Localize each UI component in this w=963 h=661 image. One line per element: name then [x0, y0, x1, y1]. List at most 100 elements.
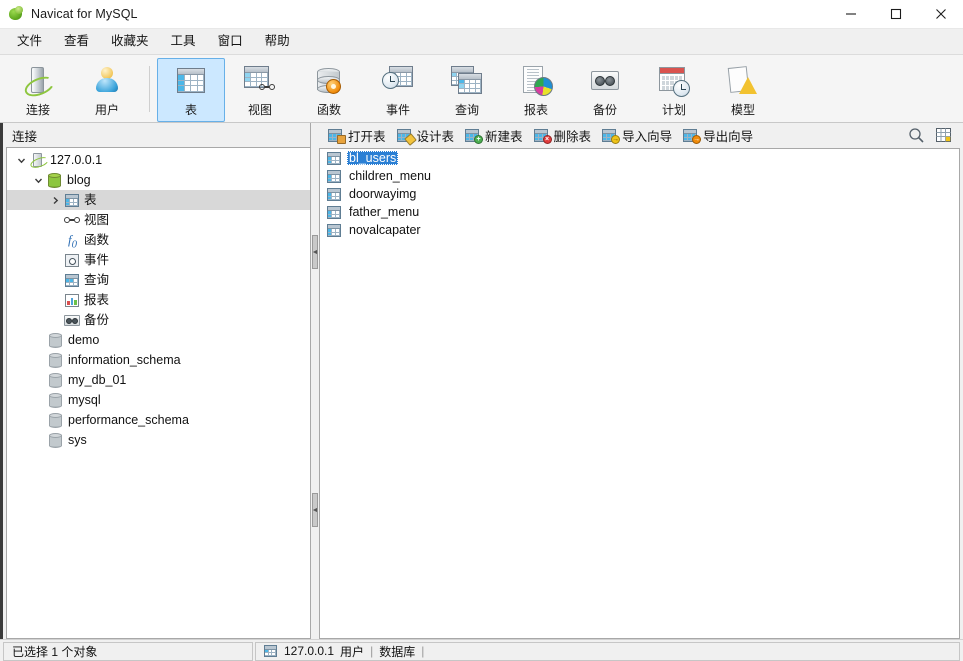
- user-icon: [90, 64, 124, 98]
- chevron-right-icon[interactable]: [47, 190, 63, 210]
- design-table-icon: [396, 128, 417, 146]
- open-table-button[interactable]: 打开表: [324, 123, 393, 148]
- connections-pane: 连接 127.0.0.1 blog 表 视图 f0 函数 事件 查询 报表 备份…: [3, 123, 310, 639]
- grid-view-icon[interactable]: [935, 127, 952, 144]
- tree-item-database-demo[interactable]: demo: [7, 330, 310, 350]
- maximize-icon[interactable]: [873, 0, 918, 28]
- database-icon: [47, 350, 65, 370]
- table-name: novalcapater: [349, 223, 421, 237]
- toolbar-button-model[interactable]: 模型: [709, 58, 777, 122]
- tree-item-events[interactable]: 事件: [7, 250, 310, 270]
- menu-item-tools[interactable]: 工具: [160, 31, 207, 53]
- tree-item-tables[interactable]: 表: [7, 190, 310, 210]
- import-wizard-icon: →: [602, 128, 621, 144]
- action-bar-right-icons: [908, 127, 960, 144]
- report-folder-icon: [63, 290, 81, 310]
- list-item[interactable]: children_menu: [320, 167, 959, 185]
- pane-splitter[interactable]: ◄ ◄: [310, 123, 319, 639]
- database-icon: [47, 330, 65, 350]
- report-icon: [519, 64, 553, 98]
- toolbar-button-table[interactable]: 表: [157, 58, 225, 122]
- tree-item-label: mysql: [68, 392, 101, 407]
- tree-item-backups[interactable]: 备份: [7, 310, 310, 330]
- tree-item-label: my_db_01: [68, 372, 127, 387]
- toolbar-button-connection[interactable]: 连接: [4, 58, 72, 122]
- toolbar-separator: [149, 66, 150, 112]
- connection-tree-scroll: 127.0.0.1 blog 表 视图 f0 函数 事件 查询 报表 备份 de…: [7, 148, 310, 638]
- toolbar-label: 连接: [25, 103, 50, 117]
- tree-item-database-blog[interactable]: blog: [7, 170, 310, 190]
- export-wizard-button[interactable]: → 导出向导: [679, 123, 760, 148]
- minimize-icon[interactable]: [828, 0, 873, 28]
- function-folder-icon: f0: [67, 232, 78, 251]
- tree-item-label: 报表: [84, 292, 110, 307]
- window-controls: [828, 0, 963, 28]
- toolbar-button-view[interactable]: 视图: [226, 58, 294, 122]
- toolbar-label: 函数: [316, 103, 341, 117]
- main-toolbar: 连接 用户 表 视图 函数 事件 查询 报表 备份 计划 模型: [0, 55, 963, 123]
- table-name: father_menu: [349, 205, 420, 219]
- tree-item-database-information-schema[interactable]: information_schema: [7, 350, 310, 370]
- title-bar: Navicat for MySQL: [0, 0, 963, 29]
- chevron-down-icon[interactable]: [13, 150, 29, 170]
- table-list[interactable]: bl_users children_menu doorwayimg father…: [319, 148, 960, 639]
- new-table-icon: +: [465, 128, 484, 144]
- tree-item-views[interactable]: 视图: [7, 210, 310, 230]
- status-bar: 已选择 1 个对象 127.0.0.1 用户 | 数据库 |: [0, 639, 963, 661]
- tree-item-database-mysql[interactable]: mysql: [7, 390, 310, 410]
- tree-item-label: 127.0.0.1: [50, 152, 103, 167]
- list-item[interactable]: novalcapater: [320, 221, 959, 239]
- toolbar-label: 模型: [730, 103, 755, 117]
- tree-item-functions[interactable]: f0 函数: [7, 230, 310, 251]
- menu-item-window[interactable]: 窗口: [207, 31, 254, 53]
- chevron-down-icon[interactable]: [30, 170, 46, 190]
- tree-item-queries[interactable]: 查询: [7, 270, 310, 290]
- toolbar-button-user[interactable]: 用户: [73, 58, 141, 122]
- close-icon[interactable]: [918, 0, 963, 28]
- tree-item-reports[interactable]: 报表: [7, 290, 310, 310]
- toolbar-button-query[interactable]: 查询: [433, 58, 501, 122]
- table-icon: [325, 202, 343, 222]
- status-database-value: |: [421, 644, 425, 658]
- delete-table-button[interactable]: × 删除表: [530, 123, 599, 148]
- menu-item-view[interactable]: 查看: [53, 31, 100, 53]
- menu-item-help[interactable]: 帮助: [254, 31, 301, 53]
- table-name: bl_users: [347, 151, 399, 165]
- table-folder-icon: [63, 190, 81, 210]
- delete-table-icon: ×: [533, 128, 552, 144]
- table-icon: [325, 184, 343, 204]
- toolbar-label: 用户: [94, 103, 119, 117]
- navicat-leaf-logo-icon: [8, 6, 24, 22]
- list-item[interactable]: doorwayimg: [320, 185, 959, 203]
- toolbar-button-function[interactable]: 函数: [295, 58, 363, 122]
- table-icon: [325, 149, 343, 168]
- window-title: Navicat for MySQL: [31, 7, 138, 21]
- tree-item-database-performance-schema[interactable]: performance_schema: [7, 410, 310, 430]
- toolbar-button-event[interactable]: 事件: [364, 58, 432, 122]
- splitter-grip-bottom[interactable]: ◄: [312, 493, 318, 527]
- list-item[interactable]: bl_users: [320, 149, 959, 167]
- splitter-grip-top[interactable]: ◄: [312, 235, 318, 269]
- tree-item-database-sys[interactable]: sys: [7, 430, 310, 450]
- import-wizard-button[interactable]: → 导入向导: [598, 123, 679, 148]
- tree-item-host[interactable]: 127.0.0.1: [7, 150, 310, 170]
- navicat-window: Navicat for MySQL 文件 查看 收藏夹 工具 窗口 帮助 连接: [0, 0, 963, 661]
- tree-item-label: 备份: [84, 312, 110, 327]
- backup-folder-icon: [63, 310, 81, 330]
- list-item[interactable]: father_menu: [320, 203, 959, 221]
- tree-item-database-my-db-01[interactable]: my_db_01: [7, 370, 310, 390]
- new-table-button[interactable]: + 新建表: [461, 123, 530, 148]
- connection-tree[interactable]: 127.0.0.1 blog 表 视图 f0 函数 事件 查询 报表 备份 de…: [6, 147, 310, 639]
- database-icon: [47, 370, 65, 390]
- open-table-icon: [328, 128, 346, 144]
- menu-item-favorites[interactable]: 收藏夹: [100, 31, 160, 53]
- tree-item-label: 函数: [84, 232, 110, 247]
- search-icon[interactable]: [908, 127, 925, 144]
- toolbar-button-backup[interactable]: 备份: [571, 58, 639, 122]
- design-table-button[interactable]: 设计表: [393, 123, 462, 148]
- menu-item-file[interactable]: 文件: [6, 31, 53, 53]
- toolbar-button-schedule[interactable]: 计划: [640, 58, 708, 122]
- view-icon: [243, 64, 277, 98]
- toolbar-button-report[interactable]: 报表: [502, 58, 570, 122]
- toolbar-label: 事件: [385, 103, 410, 117]
